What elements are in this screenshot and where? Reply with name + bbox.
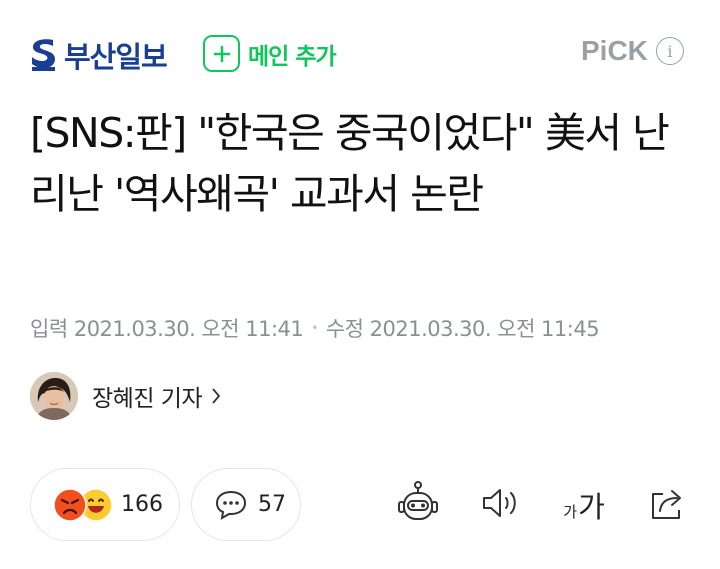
input-time: 2021.03.30. 오전 11:41 — [73, 317, 304, 341]
share-button[interactable] — [646, 484, 688, 524]
speaker-icon — [483, 489, 516, 517]
reaction-emojis — [53, 487, 117, 522]
brand-name: 부산일보 — [64, 40, 168, 74]
reaction-button[interactable]: 166 — [30, 468, 180, 541]
top-bar: 부산일보 메인 추가 PiCK i — [0, 0, 720, 100]
share-icon — [652, 490, 681, 519]
meta-separator: • — [311, 321, 318, 335]
brand-logo-icon — [32, 39, 55, 71]
angry-emoji-icon — [53, 487, 87, 522]
add-to-main-button[interactable]: 메인 추가 — [203, 35, 337, 72]
font-size-small-glyph: 가 — [563, 503, 578, 521]
comment-button[interactable]: 57 — [191, 468, 301, 541]
font-size-button[interactable]: 가가 — [560, 488, 608, 522]
input-label: 입력 — [30, 317, 68, 341]
pick-label: PiCK — [581, 35, 648, 66]
article-headline: [SNS:판] "한국은 중국이었다" 美서 난리난 '역사왜곡' 교과서 논란 — [30, 109, 670, 218]
comment-icon — [215, 490, 247, 520]
comment-count: 57 — [258, 492, 286, 517]
edit-time: 2021.03.30. 오전 11:45 — [369, 317, 600, 341]
font-size-large-glyph: 가 — [578, 490, 605, 524]
brand[interactable]: 부산일보 — [30, 34, 168, 76]
plus-icon — [203, 35, 240, 72]
text-to-speech-button[interactable] — [478, 483, 522, 523]
chevron-right-icon — [212, 388, 221, 404]
info-icon[interactable]: i — [655, 37, 684, 65]
reporter-name: 장혜진 기자 — [92, 386, 203, 412]
summary-bot-button[interactable] — [393, 478, 443, 528]
add-to-main-label: 메인 추가 — [248, 43, 337, 70]
reporter-link[interactable]: 장혜진 기자 — [30, 372, 222, 420]
reaction-count: 166 — [121, 492, 163, 517]
article-meta: 입력 2021.03.30. 오전 11:41 • 수정 2021.03.30.… — [30, 313, 600, 343]
edit-label: 수정 — [325, 317, 364, 341]
pick-badge[interactable]: PiCK i — [581, 35, 684, 67]
robot-summary-icon — [398, 481, 438, 520]
avatar — [30, 372, 78, 420]
